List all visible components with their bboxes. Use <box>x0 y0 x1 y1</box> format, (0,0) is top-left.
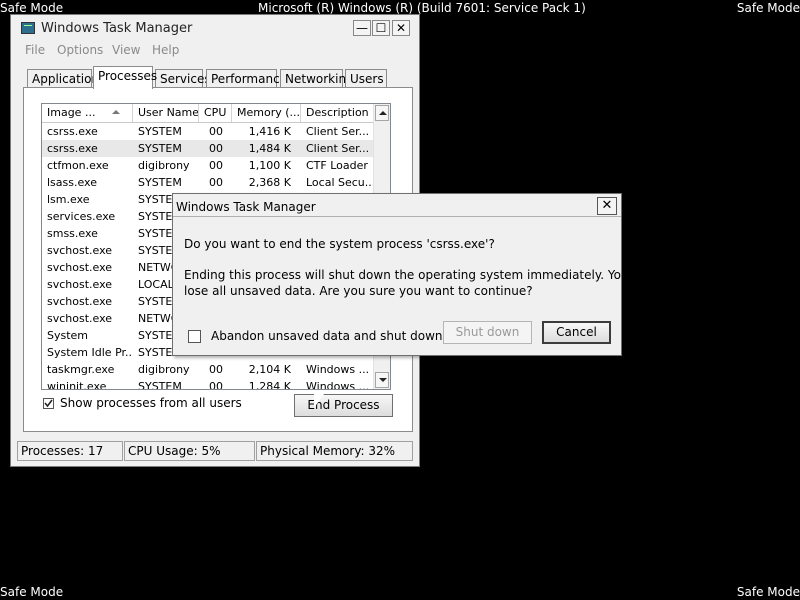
tab-users[interactable]: Users <box>345 69 387 88</box>
cell-image-name: lsm.exe <box>47 193 90 206</box>
cell-image-name: svchost.exe <box>47 278 113 291</box>
title-bar[interactable]: Windows Task Manager — ☐ ✕ <box>11 15 419 42</box>
process-list-header: Image ... User Name CPU Memory (... Desc… <box>42 104 374 123</box>
cell-memory: 2,368 K <box>248 176 291 189</box>
cell-memory: 1,100 K <box>248 159 291 172</box>
cell-user-name: SYSTEM <box>138 176 182 189</box>
maximize-button[interactable]: ☐ <box>372 20 390 36</box>
dialog-warning-line-1: Ending this process will shut down the o… <box>184 268 653 282</box>
cell-description: Local Secu... <box>306 176 374 189</box>
dialog-warning-line-2: lose all unsaved data. Are you sure you … <box>184 284 533 298</box>
end-process-confirm-dialog: Windows Task Manager ✕ Do you want to en… <box>172 193 652 356</box>
safe-mode-label-top-left: Safe Mode <box>0 1 64 15</box>
tab-performance[interactable]: Performance <box>206 69 287 88</box>
cell-description: Windows ... <box>306 380 370 390</box>
task-manager-icon <box>21 22 35 34</box>
table-row[interactable]: ctfmon.exe digibrony 00 1,100 K CTF Loader <box>42 157 374 174</box>
cell-cpu: 00 <box>209 363 223 376</box>
cell-image-name: csrss.exe <box>47 142 98 155</box>
column-header-cpu[interactable]: CPU <box>199 104 232 122</box>
safe-mode-label-top-right: Safe Mode <box>736 1 800 15</box>
cell-description: CTF Loader <box>306 159 368 172</box>
cell-memory: 1,484 K <box>248 142 291 155</box>
menu-help[interactable]: Help <box>152 42 179 58</box>
cell-image-name: lsass.exe <box>47 176 97 189</box>
cell-user-name: digibrony <box>138 363 190 376</box>
cell-image-name: services.exe <box>47 210 116 223</box>
menu-view[interactable]: View <box>112 42 140 58</box>
table-row[interactable]: lsass.exe SYSTEM 00 2,368 K Local Secu... <box>42 174 374 191</box>
menu-options[interactable]: Options <box>57 42 103 58</box>
cell-image-name: svchost.exe <box>47 261 113 274</box>
cell-user-name: SYSTEM <box>138 142 182 155</box>
minimize-button[interactable]: — <box>353 20 371 36</box>
tab-services[interactable]: Services <box>155 69 211 88</box>
os-build-banner: Microsoft (R) Windows (R) (Build 7601: S… <box>258 1 586 15</box>
table-row[interactable]: wininit.exe SYSTEM 00 1,284 K Windows ... <box>42 378 374 390</box>
mouse-cursor-icon <box>314 394 324 408</box>
cell-image-name: wininit.exe <box>47 380 107 390</box>
column-header-memory[interactable]: Memory (... <box>232 104 301 122</box>
cell-memory: 2,104 K <box>248 363 291 376</box>
dialog-title-divider <box>173 216 621 217</box>
cell-image-name: smss.exe <box>47 227 98 240</box>
cancel-button[interactable]: Cancel <box>542 321 611 344</box>
cell-cpu: 00 <box>209 125 223 138</box>
table-row[interactable]: csrss.exe SYSTEM 00 1,484 K Client Ser... <box>42 140 374 157</box>
column-header-label: Image ... <box>47 106 96 119</box>
dialog-question: Do you want to end the system process 'c… <box>184 237 495 251</box>
safe-mode-label-bottom-right: Safe Mode <box>736 585 800 599</box>
column-header-user-name[interactable]: User Name <box>133 104 199 122</box>
cell-image-name: System <box>47 329 89 342</box>
close-button[interactable]: ✕ <box>392 20 410 36</box>
cell-cpu: 00 <box>209 176 223 189</box>
cell-image-name: taskmgr.exe <box>47 363 115 376</box>
scroll-up-arrow-icon[interactable] <box>375 105 389 121</box>
dialog-title: Windows Task Manager <box>176 200 316 214</box>
column-header-description[interactable]: Description <box>301 104 374 122</box>
table-row[interactable]: csrss.exe SYSTEM 00 1,416 K Client Ser... <box>42 123 374 140</box>
cell-user-name: SYSTEM <box>138 125 182 138</box>
status-cpu-usage: CPU Usage: 5% <box>124 441 255 461</box>
tab-applications[interactable]: Applications <box>27 69 105 88</box>
tab-networking[interactable]: Networking <box>280 69 354 88</box>
abandon-data-label[interactable]: Abandon unsaved data and shut down. <box>211 328 446 344</box>
cell-memory: 1,284 K <box>248 380 291 390</box>
window-title: Windows Task Manager <box>41 21 193 36</box>
cell-user-name: digibrony <box>138 159 190 172</box>
cell-image-name: svchost.exe <box>47 295 113 308</box>
shut-down-button[interactable]: Shut down <box>443 321 532 344</box>
cell-user-name: SYSTEM <box>138 380 182 390</box>
cell-image-name: System Idle Pr... <box>47 346 133 359</box>
safe-mode-label-bottom-left: Safe Mode <box>0 585 64 599</box>
menu-file[interactable]: File <box>25 42 45 58</box>
cell-image-name: ctfmon.exe <box>47 159 109 172</box>
dialog-close-button[interactable]: ✕ <box>597 197 617 215</box>
end-process-button[interactable]: End Process <box>294 394 393 417</box>
show-all-users-checkbox[interactable] <box>43 398 54 409</box>
column-header-image-name[interactable]: Image ... <box>42 104 133 122</box>
cell-description: Windows ... <box>306 363 370 376</box>
menu-bar: File Options View Help <box>11 42 419 62</box>
cell-cpu: 00 <box>209 142 223 155</box>
cell-description: Client Ser... <box>306 125 370 138</box>
show-all-users-label[interactable]: Show processes from all users <box>60 396 242 410</box>
cell-image-name: csrss.exe <box>47 125 98 138</box>
status-bar: Processes: 17 CPU Usage: 5% Physical Mem… <box>17 441 413 461</box>
cell-image-name: svchost.exe <box>47 312 113 325</box>
checkmark-icon <box>44 399 53 408</box>
status-physical-memory: Physical Memory: 32% <box>256 441 413 461</box>
table-row[interactable]: taskmgr.exe digibrony 00 2,104 K Windows ... <box>42 361 374 378</box>
scroll-down-arrow-icon[interactable] <box>375 372 389 388</box>
sort-ascending-icon <box>112 110 120 114</box>
status-processes: Processes: 17 <box>17 441 123 461</box>
abandon-data-checkbox[interactable] <box>188 330 201 343</box>
cell-description: Client Ser... <box>306 142 370 155</box>
cell-memory: 1,416 K <box>248 125 291 138</box>
cell-cpu: 00 <box>209 159 223 172</box>
cell-image-name: svchost.exe <box>47 244 113 257</box>
tab-processes[interactable]: Processes <box>93 66 157 89</box>
cell-cpu: 00 <box>209 380 223 390</box>
